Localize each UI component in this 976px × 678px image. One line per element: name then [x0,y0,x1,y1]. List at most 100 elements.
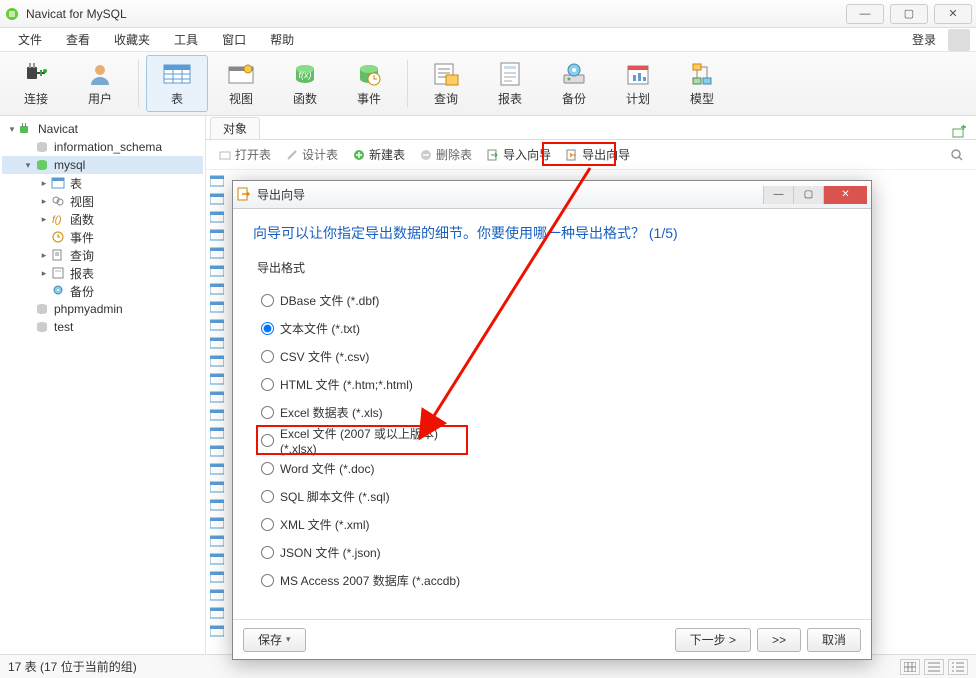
table-icon [210,625,224,637]
format-radio[interactable] [261,434,274,447]
table-icon [210,391,224,403]
search-icon[interactable] [950,148,970,162]
tree-node-phpmyadmin[interactable]: phpmyadmin [2,300,203,318]
login-link[interactable]: 登录 [904,28,944,51]
tree-node-备份[interactable]: 备份 [2,282,203,300]
toolbar-view-button[interactable]: 视图 [210,55,272,112]
menu-tools[interactable]: 工具 [162,28,210,51]
model-icon [687,60,717,88]
format-radio[interactable] [261,490,274,503]
tree-node-报表[interactable]: ▸报表 [2,264,203,282]
dialog-maximize-button[interactable]: ▢ [793,186,823,204]
new-table-label: 新建表 [369,146,405,163]
plug-icon [21,60,51,88]
toolbar-label: 用户 [88,90,112,107]
format-radio[interactable] [261,378,274,391]
tree-node-函数[interactable]: ▸f()函数 [2,210,203,228]
open-table-button[interactable]: 打开表 [212,143,277,166]
close-button[interactable]: ✕ [934,4,972,24]
object-toolbar: 打开表 设计表 新建表 删除表 导入向导 导出向导 [206,140,976,170]
menu-file[interactable]: 文件 [6,28,54,51]
event-icon [50,230,66,244]
new-table-button[interactable]: 新建表 [346,143,411,166]
format-label: JSON 文件 (*.json) [280,544,381,561]
toolbar-report-button[interactable]: 报表 [479,55,541,112]
format-radio[interactable] [261,294,274,307]
export-icon [565,148,579,162]
format-option-0[interactable]: DBase 文件 (*.dbf) [257,286,847,314]
avatar-icon[interactable] [948,29,970,51]
toolbar-backup-button[interactable]: 备份 [543,55,605,112]
delete-table-button[interactable]: 删除表 [413,143,478,166]
menu-window[interactable]: 窗口 [210,28,258,51]
format-option-5[interactable]: Excel 文件 (2007 或以上版本) (*.xlsx) [257,426,467,454]
format-radio[interactable] [261,462,274,475]
tree-node-Navicat[interactable]: ▾Navicat [2,120,203,138]
design-table-button[interactable]: 设计表 [279,143,344,166]
tree-node-information_schema[interactable]: information_schema [2,138,203,156]
open-icon [218,148,232,162]
format-label: HTML 文件 (*.htm;*.html) [280,376,413,393]
tree-node-mysql[interactable]: ▾mysql [2,156,203,174]
table-icon [210,337,224,349]
tree-node-表[interactable]: ▸表 [2,174,203,192]
tree-node-事件[interactable]: 事件 [2,228,203,246]
cancel-button[interactable]: 取消 [807,628,861,652]
view-detail-icon[interactable] [924,659,944,675]
tree-label: 备份 [70,283,94,300]
format-radio[interactable] [261,574,274,587]
format-option-7[interactable]: SQL 脚本文件 (*.sql) [257,482,847,510]
format-radio[interactable] [261,322,274,335]
minimize-button[interactable]: — [846,4,884,24]
format-radio[interactable] [261,546,274,559]
format-option-2[interactable]: CSV 文件 (*.csv) [257,342,847,370]
tab-add-icon[interactable] [952,125,976,139]
save-button[interactable]: 保存 [243,628,306,652]
view-list-icon[interactable] [948,659,968,675]
format-option-6[interactable]: Word 文件 (*.doc) [257,454,847,482]
toolbar-schedule-button[interactable]: 计划 [607,55,669,112]
window-buttons: — ▢ ✕ [840,4,972,24]
format-radio[interactable] [261,518,274,531]
table-icon [210,265,224,277]
import-wizard-button[interactable]: 导入向导 [480,143,557,166]
tree-node-查询[interactable]: ▸查询 [2,246,203,264]
toolbar-plug-button[interactable]: 连接 [5,55,67,112]
export-wizard-button[interactable]: 导出向导 [559,143,636,166]
dialog-close-button[interactable]: ✕ [823,186,867,204]
format-option-8[interactable]: XML 文件 (*.xml) [257,510,847,538]
dialog-minimize-button[interactable]: — [763,186,793,204]
format-option-10[interactable]: MS Access 2007 数据库 (*.accdb) [257,566,847,594]
toolbar-fx-button[interactable]: f(x)函数 [274,55,336,112]
format-option-4[interactable]: Excel 数据表 (*.xls) [257,398,847,426]
format-option-1[interactable]: 文本文件 (*.txt) [257,314,847,342]
backup-icon [559,60,589,88]
toolbar-query-button[interactable]: 查询 [415,55,477,112]
expand-arrow-icon: ▸ [38,178,50,189]
menu-view[interactable]: 查看 [54,28,102,51]
export-wizard-label: 导出向导 [582,146,630,163]
next-button[interactable]: 下一步 > [675,628,751,652]
menu-help[interactable]: 帮助 [258,28,306,51]
table-icon [210,193,224,205]
toolbar-label: 备份 [562,90,586,107]
svg-text:f(): f() [52,215,61,225]
toolbar-model-button[interactable]: 模型 [671,55,733,112]
tab-objects[interactable]: 对象 [210,117,260,139]
maximize-button[interactable]: ▢ [890,4,928,24]
toolbar-table-button[interactable]: 表 [146,55,208,112]
format-radio[interactable] [261,350,274,363]
table-icon [210,499,224,511]
tree-node-视图[interactable]: ▸视图 [2,192,203,210]
format-option-3[interactable]: HTML 文件 (*.htm;*.html) [257,370,847,398]
format-option-9[interactable]: JSON 文件 (*.json) [257,538,847,566]
toolbar-label: 表 [171,90,183,107]
format-radio[interactable] [261,406,274,419]
toolbar-user-button[interactable]: 用户 [69,55,131,112]
menu-favorites[interactable]: 收藏夹 [102,28,162,51]
tree-node-test[interactable]: test [2,318,203,336]
skip-button[interactable]: >> [757,628,801,652]
open-table-label: 打开表 [235,146,271,163]
toolbar-event-button[interactable]: 事件 [338,55,400,112]
view-grid-icon[interactable] [900,659,920,675]
